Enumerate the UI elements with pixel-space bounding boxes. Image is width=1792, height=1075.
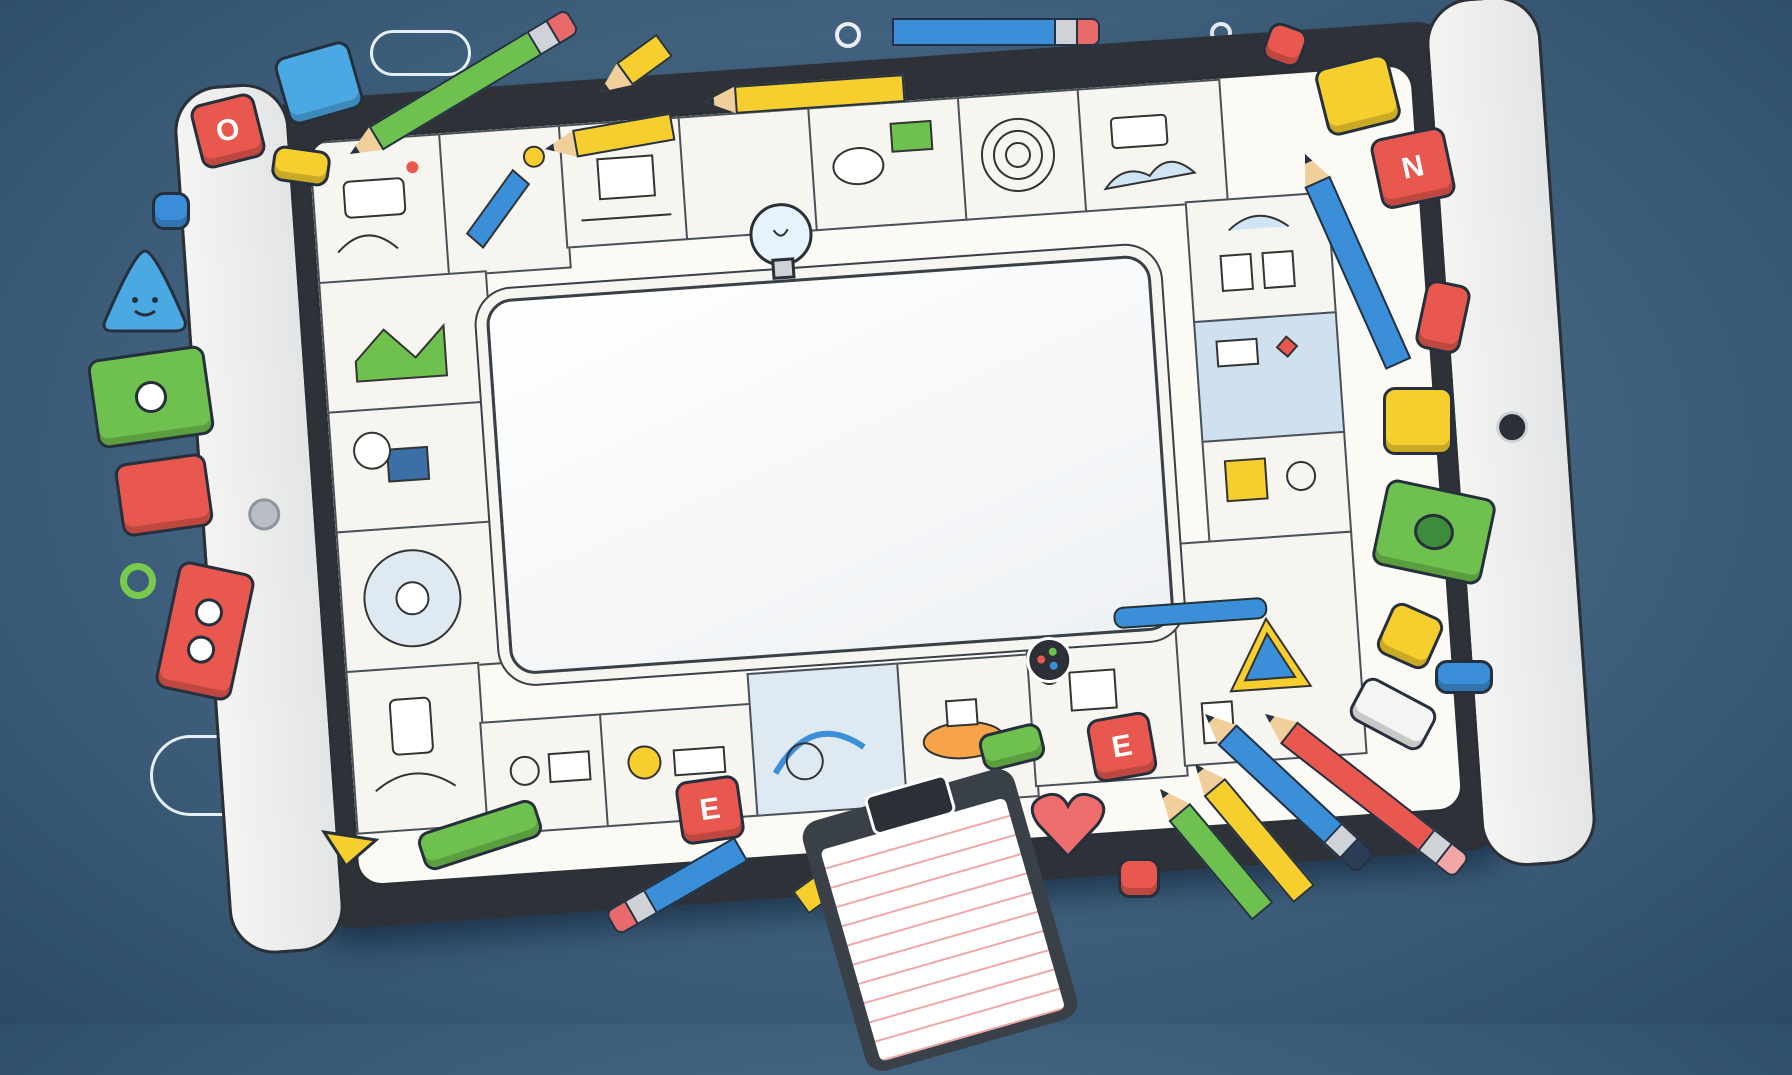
letter-tile: E [1084,709,1160,785]
lightbulb-icon [749,203,813,280]
round-button-icon [184,632,218,667]
triangle-character-icon [102,249,187,333]
doodle-tile [318,270,497,416]
green-button-block [86,344,216,450]
green-ring-doodle [120,563,156,599]
doodle-tile [1076,78,1229,213]
blue-pencil [880,18,1100,46]
letter-tile-label: O [212,111,244,150]
doodle-tile [956,88,1090,221]
heart-icon [1030,792,1106,859]
letter-tile-label: E [697,791,723,828]
small-red-tile [1118,858,1160,898]
doodle-tile [345,661,491,835]
blank-content-panel[interactable] [484,254,1176,676]
notepad-paper [820,797,1066,1062]
letter-tile-label: N [1398,149,1427,186]
tablet-camera [1495,410,1530,445]
red-block [113,451,215,539]
tablet-button[interactable] [247,497,282,532]
yellow-block [1383,387,1453,455]
tablet-screen [305,62,1465,888]
cloud-doodle [370,30,471,76]
ring-doodle [835,22,861,48]
letter-tile-label: E [1109,728,1135,765]
doodle-tile [1193,311,1346,445]
yellow-wedge-icon [320,830,380,869]
round-button-icon [192,595,226,630]
doodle-tile [1201,430,1353,545]
doodle-tile [308,133,453,287]
doodle-tile [807,96,970,232]
doodle-tile [335,519,515,676]
letter-tile: E [673,773,747,847]
doodle-tile [1184,191,1337,326]
small-blue-tile [152,192,190,230]
doodle-tile [327,399,505,536]
round-button-icon [132,378,170,416]
small-blue-tile [1435,660,1493,694]
round-button-icon [1410,510,1458,554]
